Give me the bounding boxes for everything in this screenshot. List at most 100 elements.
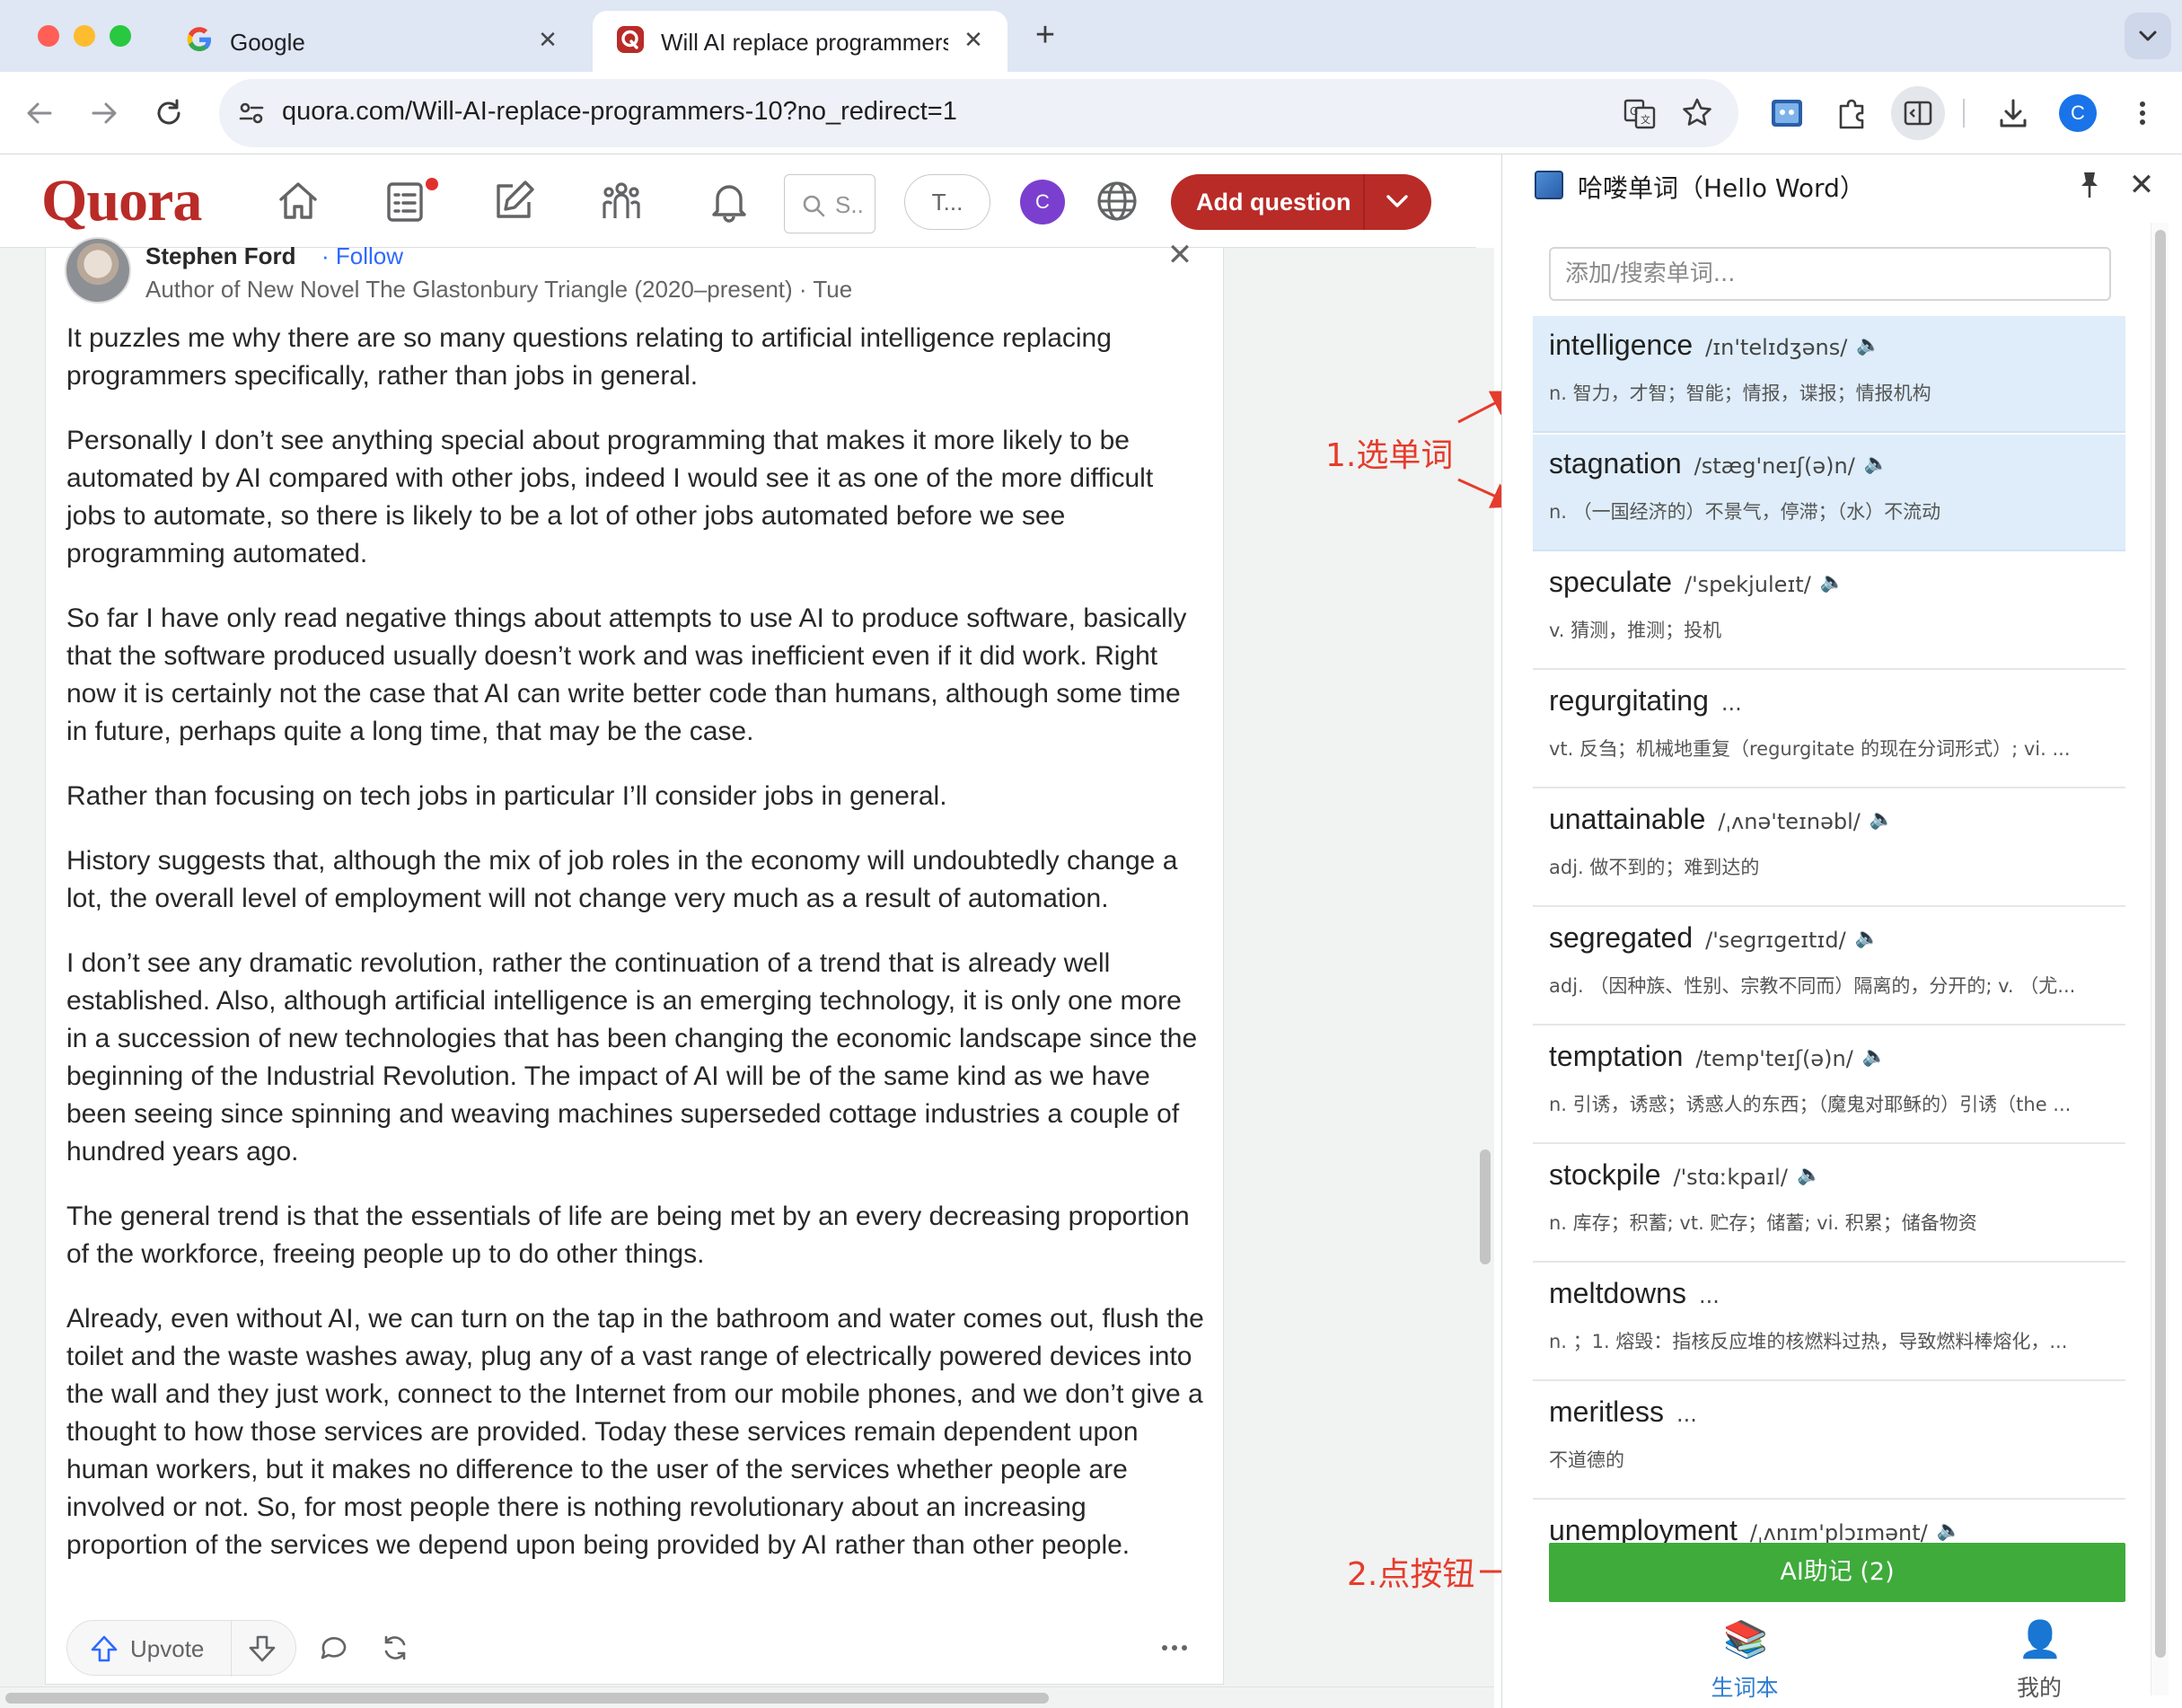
scrollbar-thumb[interactable] xyxy=(1480,1149,1491,1264)
word-row-heading: stockpile /'stɑːkpaɪl/ 🔈 xyxy=(1549,1158,1821,1192)
browser-tab-google[interactable]: Google ✕ xyxy=(162,11,582,72)
word-text: meltdowns xyxy=(1549,1277,1686,1309)
annotation-select-words: 1.选单词 xyxy=(1325,437,1454,474)
search-icon xyxy=(803,195,825,217)
search-placeholder: S.. xyxy=(835,191,864,218)
downvote-arrow-icon[interactable] xyxy=(247,1633,277,1664)
speaker-icon[interactable]: 🔈 xyxy=(1855,926,1879,949)
nav-following[interactable] xyxy=(379,174,438,228)
answer-paragraph: Already, even without AI, we can turn on… xyxy=(66,1304,1204,1560)
address-bar[interactable]: quora.com/Will-AI-replace-programmers-10… xyxy=(219,79,1738,147)
language-button[interactable] xyxy=(1090,174,1144,228)
window-zoom-button[interactable] xyxy=(110,25,131,47)
word-item[interactable]: meritless... 不道德的 xyxy=(1533,1383,2125,1500)
side-panel-button[interactable] xyxy=(1891,86,1945,140)
url-text: quora.com/Will-AI-replace-programmers-10… xyxy=(282,97,957,126)
speaker-icon[interactable]: 🔈 xyxy=(1856,333,1880,357)
svg-text:G: G xyxy=(1630,105,1638,118)
profile-button[interactable]: C xyxy=(2056,92,2099,135)
extensions-button[interactable] xyxy=(1830,92,1873,135)
word-row-heading: speculate /'spekjuleɪt/ 🔈 xyxy=(1549,566,1844,599)
tab-search-button[interactable] xyxy=(2125,13,2171,59)
window-minimize-button[interactable] xyxy=(74,25,95,47)
word-row-heading: intelligence/ɪn'telɪdʒəns/ 🔈 xyxy=(1549,329,1881,362)
arrow-left-icon xyxy=(27,102,52,124)
word-item[interactable]: unattainable/ˌʌnə'teɪnəbl/ 🔈 adj. 做不到的；难到达… xyxy=(1533,790,2125,907)
try-quora-plus-button[interactable]: T... xyxy=(904,174,990,230)
word-text: temptation xyxy=(1549,1040,1684,1072)
word-item[interactable]: meltdowns... n. ；1. 熔毁：指核反应堆的核燃料过热，导致燃料棒熔… xyxy=(1533,1264,2125,1381)
user-avatar[interactable]: C xyxy=(1020,180,1065,225)
word-row-heading: meritless... xyxy=(1549,1395,1697,1429)
tab-close-icon[interactable]: ✕ xyxy=(957,23,990,56)
upvote-button[interactable]: Upvote xyxy=(66,1620,296,1677)
nav-answer[interactable] xyxy=(487,174,541,228)
tab-vocabulary[interactable]: 📚 生词本 xyxy=(1655,1609,1834,1708)
nav-notifications[interactable] xyxy=(702,174,756,228)
word-item[interactable]: segregated /'segrɪgeɪtɪd/ 🔈 adj. （因种族、性别、宗教… xyxy=(1533,909,2125,1026)
toolbar-divider xyxy=(1963,99,1965,128)
word-item[interactable]: regurgitating... vt. 反刍；机械地重复（regurgitate… xyxy=(1533,672,2125,788)
close-icon[interactable]: ✕ xyxy=(1164,239,1196,271)
page-horizontal-scrollbar[interactable] xyxy=(0,1686,1494,1708)
pencil-square-icon xyxy=(497,180,534,218)
word-row-heading: unattainable/ˌʌnə'teɪnəbl/ 🔈 xyxy=(1549,803,1894,836)
chevron-down-icon[interactable] xyxy=(1379,183,1415,219)
word-item[interactable]: intelligence/ɪn'telɪdʒəns/ 🔈 n. 智力，才智；智能；情… xyxy=(1533,316,2125,433)
google-g-icon xyxy=(187,27,211,51)
reload-button[interactable] xyxy=(147,92,190,135)
quora-logo[interactable]: Quora xyxy=(41,167,202,235)
word-item[interactable]: stockpile /'stɑːkpaɪl/ 🔈 n. 库存；积蓄; vt. 贮存；储… xyxy=(1533,1146,2125,1263)
back-button[interactable] xyxy=(18,92,61,135)
speaker-icon[interactable]: 🔈 xyxy=(1870,807,1894,831)
share-button[interactable] xyxy=(375,1628,415,1668)
more-options-button[interactable] xyxy=(1155,1628,1194,1668)
speaker-icon[interactable]: 🔈 xyxy=(1864,452,1888,475)
tab-title: Will AI replace programmers? xyxy=(661,29,948,56)
word-item[interactable]: stagnation/stæg'neɪʃ(ə)n/ 🔈 n. （一国经济的）不景气，… xyxy=(1533,435,2125,551)
ai-mnemonic-button[interactable]: AI助记 (2) xyxy=(1549,1543,2125,1602)
word-row-heading: segregated /'segrɪgeɪtɪd/ 🔈 xyxy=(1549,921,1879,955)
extension-hello-word-button[interactable] xyxy=(1765,92,1808,135)
downloads-button[interactable] xyxy=(1992,92,2035,135)
nav-home[interactable] xyxy=(271,174,325,228)
word-item[interactable]: speculate /'spekjuleɪt/ 🔈 v. 猜测，推测；投机 xyxy=(1533,553,2125,670)
translate-icon[interactable]: G文 xyxy=(1622,95,1658,131)
speaker-icon[interactable]: 🔈 xyxy=(1862,1044,1887,1068)
following-list-icon xyxy=(387,182,423,222)
people-group-icon xyxy=(603,182,640,218)
side-panel-scrollbar[interactable] xyxy=(2151,223,2169,1695)
quora-search-input[interactable]: S.. xyxy=(784,174,875,233)
site-settings-icon[interactable] xyxy=(235,97,268,129)
tab-close-icon[interactable]: ✕ xyxy=(532,23,564,56)
word-definition: v. 猜测，推测；投机 xyxy=(1549,620,1722,641)
pin-icon[interactable] xyxy=(2073,169,2106,201)
window-close-button[interactable] xyxy=(38,25,59,47)
add-question-button[interactable]: Add question xyxy=(1171,174,1431,230)
answer-body: It puzzles me why there are so many ques… xyxy=(66,320,1207,1591)
speaker-icon[interactable]: 🔈 xyxy=(1937,1519,1961,1542)
answer-paragraph: Rather than focusing on tech jobs in par… xyxy=(66,781,947,811)
word-item[interactable]: temptation/temp'teɪʃ(ə)n/ 🔈 n. 引诱，诱惑；诱惑人的东… xyxy=(1533,1027,2125,1144)
close-icon[interactable]: ✕ xyxy=(2124,167,2160,203)
forward-button[interactable] xyxy=(83,92,126,135)
upvote-arrow-icon xyxy=(91,1635,118,1662)
nav-spaces[interactable] xyxy=(594,174,648,228)
profile-avatar: C xyxy=(2059,94,2097,132)
follow-link[interactable]: · Follow xyxy=(321,242,403,270)
browser-menu-button[interactable] xyxy=(2121,92,2164,135)
word-row-heading: regurgitating... xyxy=(1549,684,1742,718)
author-name[interactable]: Stephen Ford xyxy=(145,242,296,270)
new-tab-button[interactable]: + xyxy=(1027,18,1063,54)
comment-button[interactable] xyxy=(314,1628,354,1668)
browser-tab-quora[interactable]: Will AI replace programmers? ✕ xyxy=(593,11,1007,72)
bookmark-star-icon[interactable] xyxy=(1679,95,1715,131)
word-phonetic: /'spekjuleɪt/ xyxy=(1684,572,1811,597)
speaker-icon[interactable]: 🔈 xyxy=(1820,570,1844,594)
author-avatar[interactable] xyxy=(65,237,131,304)
word-search-input[interactable] xyxy=(1549,247,2111,301)
scrollbar-thumb[interactable] xyxy=(5,1693,1049,1704)
tab-me[interactable]: 👤 我的 xyxy=(1949,1609,2129,1708)
speaker-icon[interactable]: 🔈 xyxy=(1797,1163,1821,1186)
scrollbar-thumb[interactable] xyxy=(2155,230,2166,1658)
